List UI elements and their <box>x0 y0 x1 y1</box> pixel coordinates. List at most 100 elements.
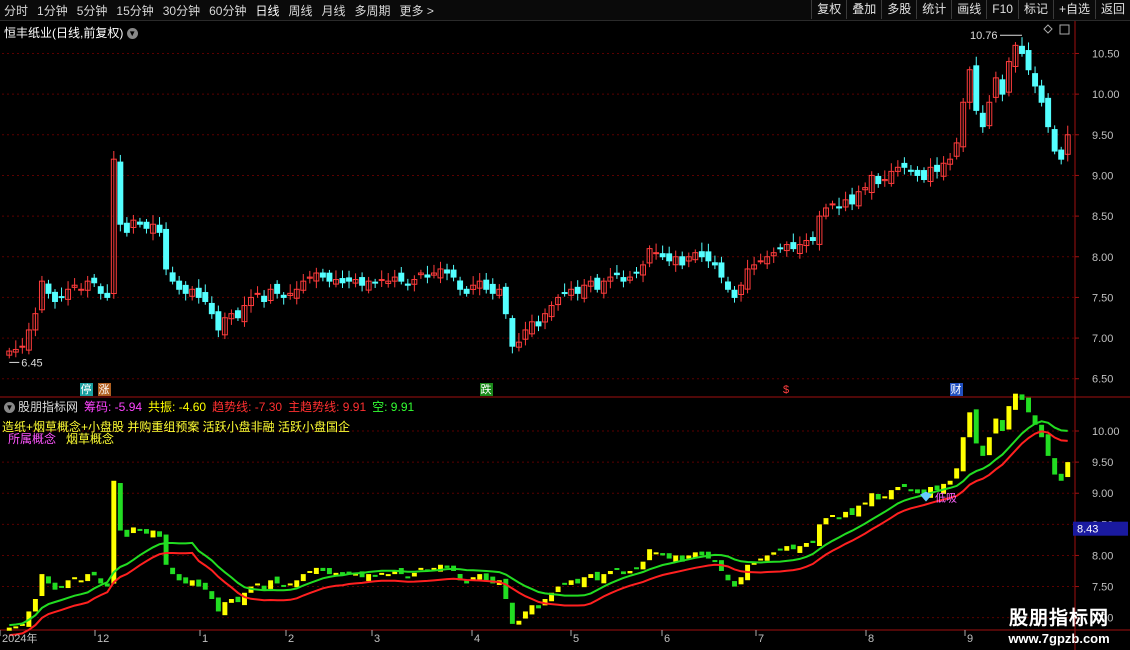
candle-body <box>613 272 620 276</box>
indicator-bar <box>601 574 607 584</box>
indicator-bar <box>176 574 182 581</box>
indicator-bar <box>124 529 130 537</box>
indicator-bar <box>856 505 862 517</box>
candle-body <box>836 206 843 209</box>
candle-body <box>339 278 346 284</box>
indicator-name: 股朋指标网 <box>18 400 79 414</box>
indicator-bar <box>536 605 541 609</box>
indicator-bar <box>1012 393 1018 410</box>
period-tab-3[interactable]: 15分钟 <box>116 2 153 19</box>
indicator-bar <box>738 577 744 585</box>
indicator-bar <box>816 524 822 546</box>
candle-body <box>202 292 209 302</box>
candle-body <box>326 272 333 282</box>
ind-y-tick-label: 9.00 <box>1092 488 1113 500</box>
candle-body <box>182 284 189 294</box>
event-tag: 涨 <box>99 383 110 396</box>
candle-body <box>1019 45 1025 54</box>
period-tab-9[interactable]: 多周期 <box>355 2 391 19</box>
toolbar-button-8[interactable]: 返回 <box>1094 0 1130 19</box>
indicator-bar <box>1006 406 1012 430</box>
toolbar-button-3[interactable]: 统计 <box>916 0 951 19</box>
candle-body <box>1045 97 1052 128</box>
indicator-bar <box>843 511 849 518</box>
candle-body <box>19 345 26 348</box>
toolbar-button-4[interactable]: 画线 <box>951 0 986 19</box>
candle-body <box>790 242 797 250</box>
chevron-down-icon[interactable]: ▼ <box>126 28 138 40</box>
period-tab-6[interactable]: 日线 <box>255 2 279 19</box>
candle-body <box>234 310 241 319</box>
toolbar-button-6[interactable]: 标记 <box>1017 0 1053 19</box>
candle-body <box>535 321 542 327</box>
indicator-bar <box>607 571 613 575</box>
indicator-bar <box>385 574 391 577</box>
watermark-title: 股朋指标网 <box>1008 608 1109 629</box>
main-y-tick-label: 8.50 <box>1092 211 1113 223</box>
indicator-bar <box>202 582 208 590</box>
toolbar-button-5[interactable]: F10 <box>986 0 1018 19</box>
candle-body <box>78 288 85 291</box>
candle-body <box>489 283 496 294</box>
x-axis-label: 7 <box>758 633 764 645</box>
candle-body <box>901 162 908 168</box>
indicator-bar <box>137 528 143 531</box>
indicator-bar <box>647 549 653 561</box>
indicator-bar <box>1026 397 1031 413</box>
period-tab-1[interactable]: 1分钟 <box>37 2 68 19</box>
indicator-bar <box>712 560 718 563</box>
toolbar-button-1[interactable]: 叠加 <box>846 0 881 19</box>
indicator-bar <box>562 582 568 585</box>
main-y-tick-label: 8.00 <box>1092 252 1113 264</box>
chevron-down-icon[interactable]: ▼ <box>4 402 15 414</box>
indicator-param-3: 主趋势线: 9.91 <box>288 400 367 414</box>
indicator-bar <box>666 553 672 559</box>
candle-body <box>829 203 836 206</box>
indicator-bar <box>222 602 228 616</box>
indicator-bar <box>862 502 868 505</box>
indicator-bar <box>960 437 966 472</box>
candle-body <box>725 281 731 290</box>
main-y-tick-label: 7.00 <box>1092 333 1113 345</box>
toolbar-button-2[interactable]: 多股 <box>881 0 916 19</box>
candle-body <box>698 251 705 258</box>
period-tab-0[interactable]: 分时 <box>4 2 28 19</box>
period-tab-10[interactable]: 更多 > <box>400 2 434 19</box>
indicator-bar <box>653 552 659 555</box>
candle-body <box>261 295 268 302</box>
low-label: 6.45 <box>21 357 42 369</box>
period-tab-5[interactable]: 60分钟 <box>209 2 246 19</box>
toolbar-button-0[interactable]: 复权 <box>811 0 846 19</box>
indicator-bar <box>235 596 241 603</box>
candle-body <box>463 288 470 294</box>
indicator-bar <box>46 576 51 584</box>
indicator-bar <box>189 580 195 586</box>
watermark-logo: 股朋指标网 www.7gpzb.com <box>994 603 1124 646</box>
indicator-bar <box>268 580 274 589</box>
stock-title-row[interactable]: 恒丰纸业(日线,前复权) ▼ <box>4 24 138 41</box>
indicator-bar <box>588 574 594 578</box>
period-tab-2[interactable]: 5分钟 <box>77 2 108 19</box>
period-tab-7[interactable]: 周线 <box>288 2 312 19</box>
candle-body <box>91 277 98 284</box>
x-axis-label: 8 <box>868 633 874 645</box>
candle-body <box>398 272 405 282</box>
indicator-bar <box>78 580 84 583</box>
period-tab-8[interactable]: 月线 <box>322 2 346 19</box>
indicator-bar <box>91 571 97 576</box>
candle-body <box>319 272 326 278</box>
indicator-bar <box>986 437 992 456</box>
candle-body <box>718 262 725 278</box>
indicator-bar <box>39 574 45 597</box>
candle-body <box>907 169 914 172</box>
indicator-bar <box>215 597 221 612</box>
toolbar-button-7[interactable]: +自选 <box>1052 0 1095 19</box>
period-tab-4[interactable]: 30分钟 <box>163 2 200 19</box>
candle-body <box>731 289 738 298</box>
candle-body <box>136 221 143 225</box>
candle-body <box>502 286 509 315</box>
indicator-bar <box>784 546 790 551</box>
indicator-bar <box>261 585 267 590</box>
candle-body <box>156 224 163 233</box>
toolbar-actions: 复权 叠加 多股 统计 画线 F10 标记 +自选 返回 <box>811 0 1130 20</box>
